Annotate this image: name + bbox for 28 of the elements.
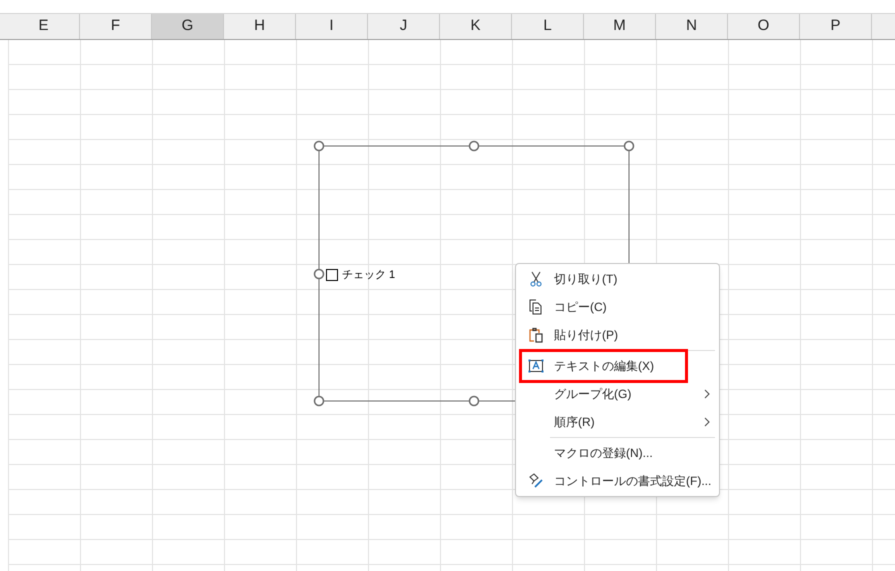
column-header[interactable]: J xyxy=(368,14,440,39)
column-header[interactable]: M xyxy=(584,14,656,39)
chevron-right-icon xyxy=(703,389,712,399)
menu-item[interactable]: テキストの編集(X) xyxy=(522,352,686,380)
column-header[interactable]: K xyxy=(440,14,512,39)
text-box-icon xyxy=(528,358,544,374)
checkbox-label: チェック 1 xyxy=(342,268,396,283)
menu-item[interactable]: コントロールの書式設定(F)... xyxy=(522,467,718,495)
column-header[interactable]: H xyxy=(224,14,296,39)
column-header[interactable]: I xyxy=(296,14,368,39)
menu-item[interactable]: コピー(C) xyxy=(522,293,718,321)
chevron-right-icon xyxy=(703,417,712,427)
column-header[interactable]: E xyxy=(8,14,80,39)
menu-item[interactable]: 順序(R) xyxy=(522,408,718,436)
column-header[interactable]: O xyxy=(728,14,800,39)
menu-item[interactable]: グループ化(G) xyxy=(522,380,718,408)
column-header[interactable]: L xyxy=(512,14,584,39)
scissors-icon xyxy=(528,271,544,287)
copy-icon xyxy=(528,299,544,315)
column-header[interactable]: P xyxy=(800,14,872,39)
clipboard-icon xyxy=(528,327,544,343)
checkbox[interactable] xyxy=(326,269,338,282)
format-brush-icon xyxy=(528,473,544,489)
column-header[interactable]: G xyxy=(152,14,224,39)
menu-item[interactable]: マクロの登録(N)... xyxy=(522,439,718,467)
column-header[interactable]: N xyxy=(656,14,728,39)
menu-item[interactable]: 切り取り(T) xyxy=(522,265,718,293)
menu-item[interactable]: 貼り付け(P) xyxy=(522,321,718,349)
